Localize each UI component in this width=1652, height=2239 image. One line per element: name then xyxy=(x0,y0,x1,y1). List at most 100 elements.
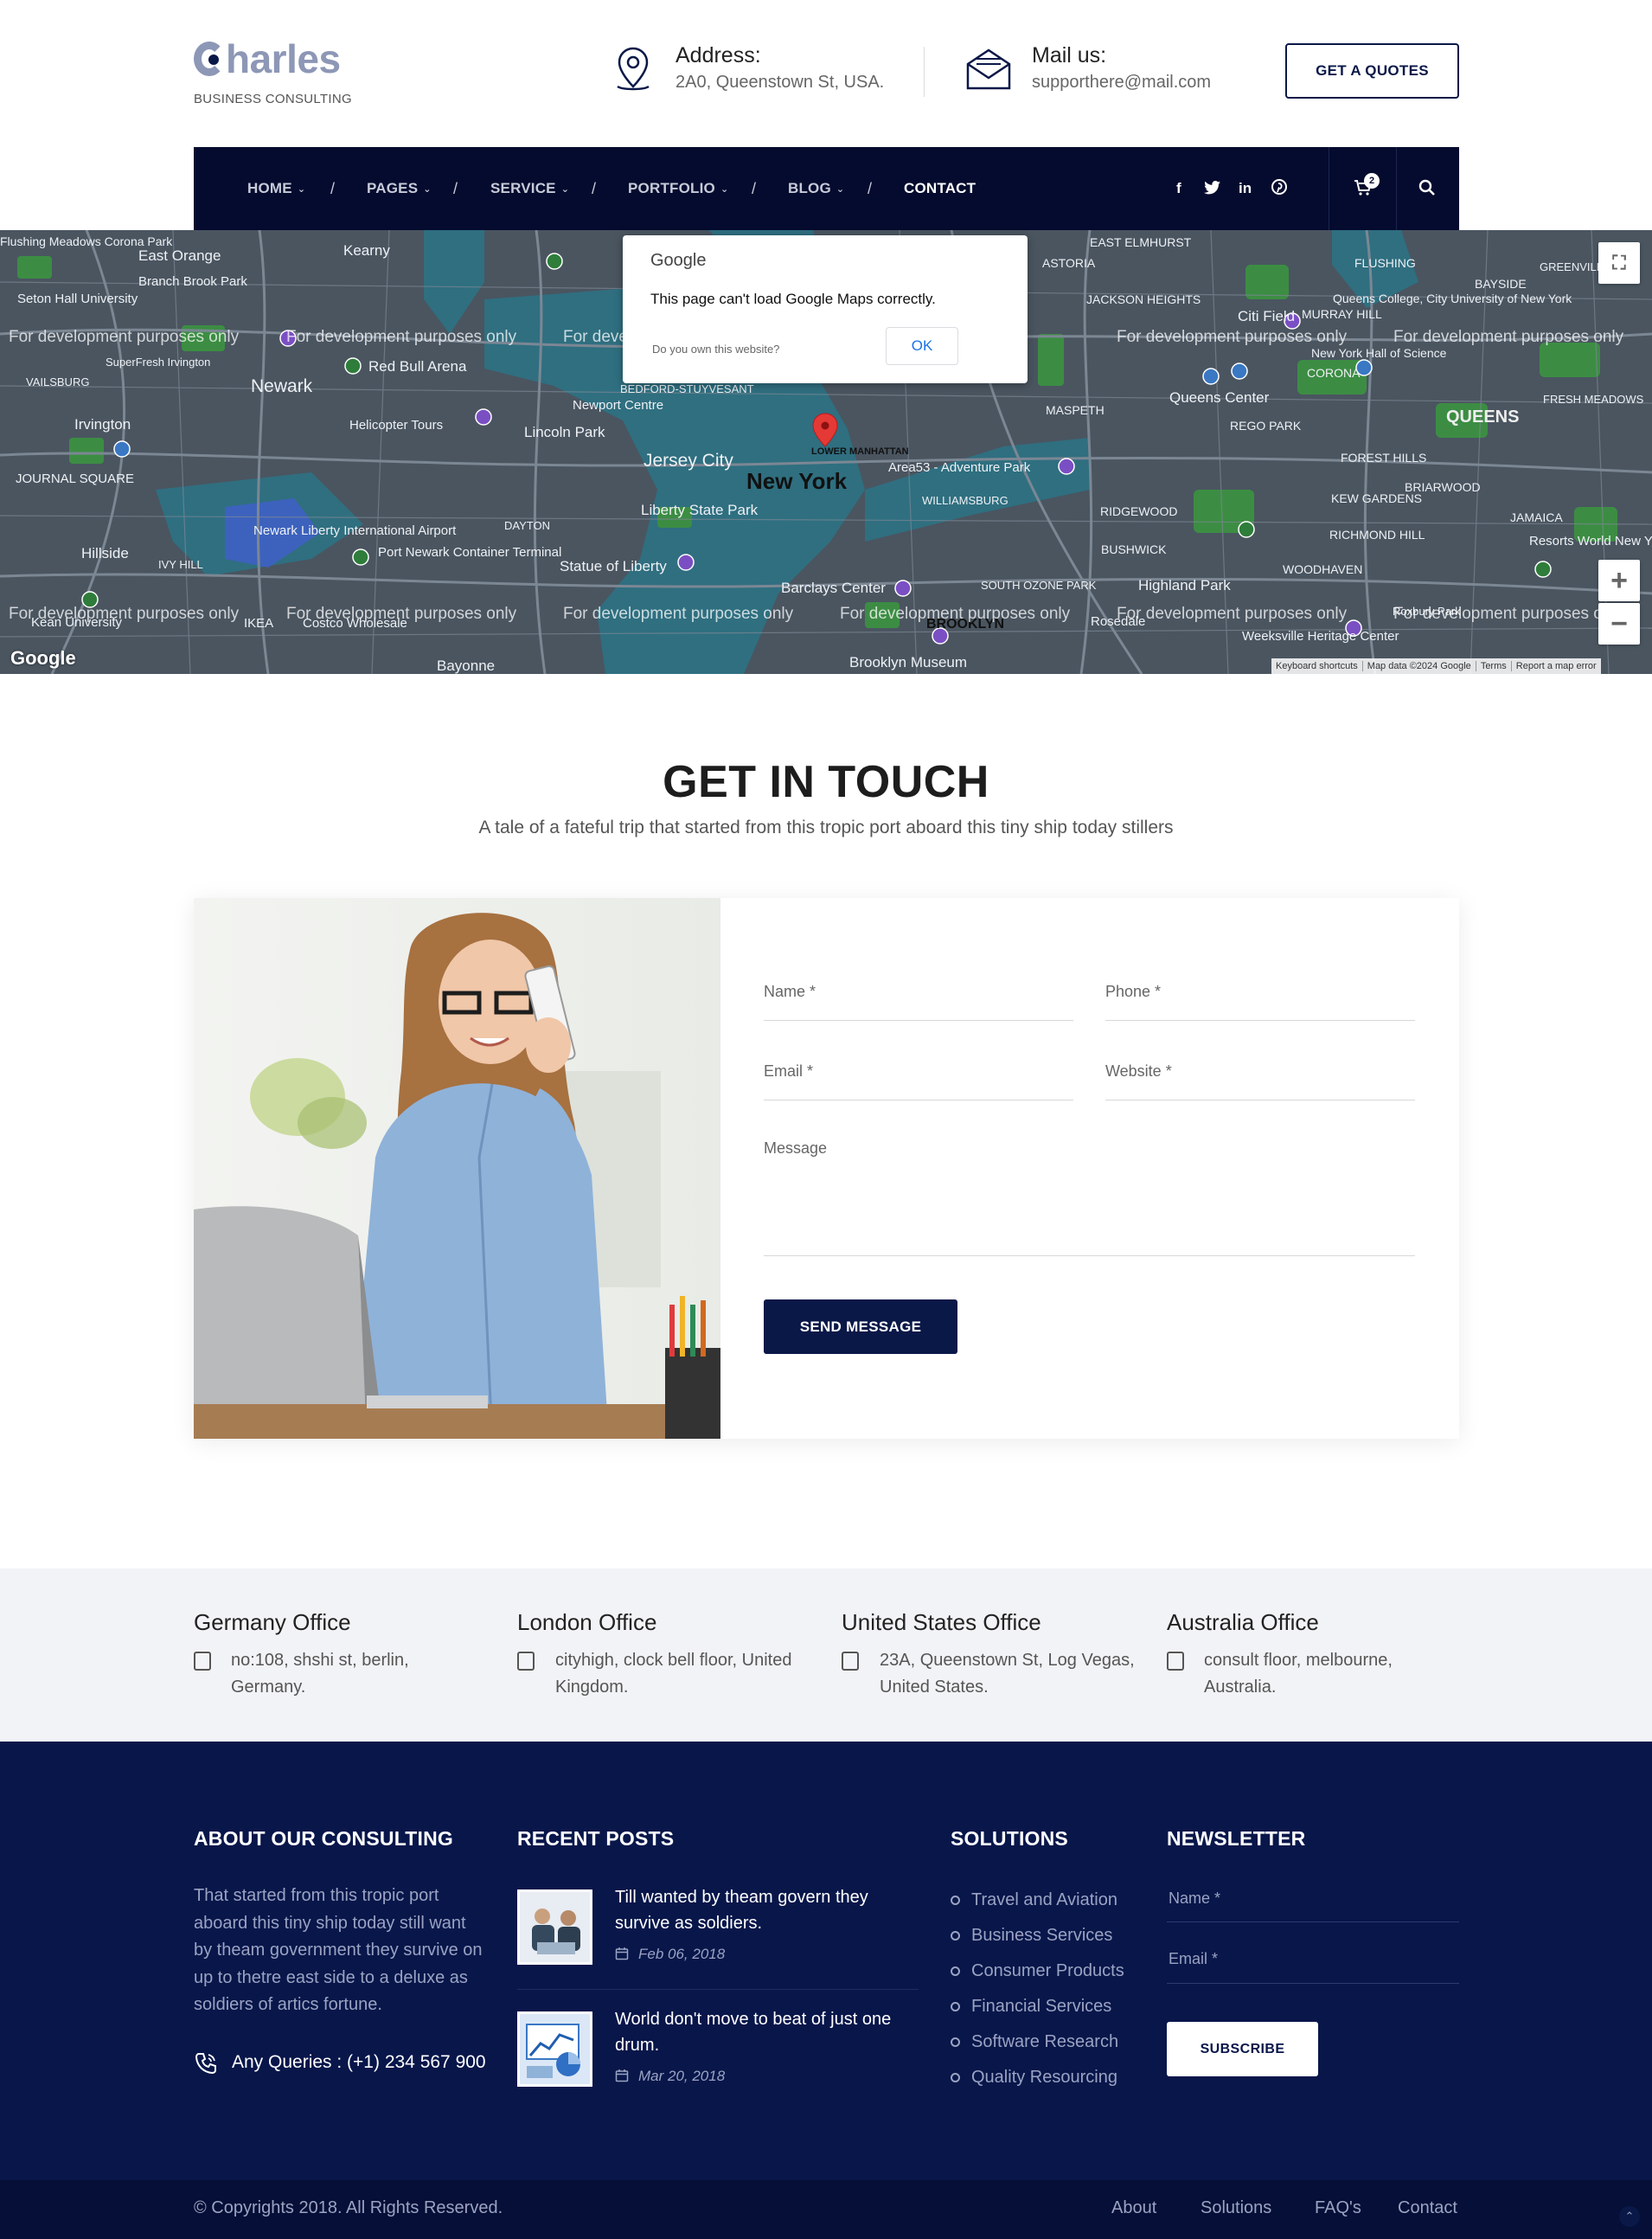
about-line: by theam government they survive on xyxy=(194,1941,483,1960)
map-label-irvington: Irvington xyxy=(74,416,131,433)
solution-link[interactable]: Financial Services xyxy=(971,1997,1111,2017)
map-label-barclays: Barclays Center xyxy=(781,580,886,596)
map-label-bushwick: BUSHWICK xyxy=(1101,542,1167,556)
newsletter-name-field[interactable]: Name * xyxy=(1169,1889,1220,1908)
footer-query-phone[interactable]: Any Queries : (+1) 234 567 900 xyxy=(232,2052,486,2073)
office-title-us: United States Office xyxy=(842,1609,1041,1635)
terms-link[interactable]: Terms xyxy=(1475,661,1511,671)
map-label-weeksville: Weeksville Heritage Center xyxy=(1242,629,1399,644)
map-label-ikea: IKEA xyxy=(244,616,273,631)
solution-link[interactable]: Travel and Aviation xyxy=(971,1890,1117,1910)
bottom-link-contact[interactable]: Contact xyxy=(1398,2198,1457,2218)
map-label-richmond-hill: RICHMOND HILL xyxy=(1329,528,1425,542)
phone-icon xyxy=(195,2053,216,2075)
nav-item-portfolio[interactable]: PORTFOLIO ⌄ xyxy=(628,147,728,230)
linkedin-icon[interactable]: in xyxy=(1239,147,1252,230)
twitter-icon[interactable] xyxy=(1204,180,1221,196)
about-line: aboard this tiny ship today still want xyxy=(194,1913,466,1933)
map-label-rego-park: REGO PARK xyxy=(1230,419,1302,433)
nav-label-blog: BLOG xyxy=(788,180,831,196)
bottom-link-solutions[interactable]: Solutions xyxy=(1201,2198,1271,2218)
map-label-new-york-hall: New York Hall of Science xyxy=(1311,346,1447,360)
search-icon[interactable] xyxy=(1418,179,1436,196)
map-label-new-york: New York xyxy=(746,468,848,494)
name-field[interactable]: Name * xyxy=(764,983,816,1001)
map-label-lower-manhattan: LOWER MANHATTAN xyxy=(811,446,909,457)
office-address-line: 23A, Queenstown St, Log Vegas, xyxy=(880,1651,1135,1670)
pinterest-icon[interactable] xyxy=(1271,179,1287,195)
nav-item-pages[interactable]: PAGES ⌄ xyxy=(367,147,432,230)
solution-link[interactable]: Business Services xyxy=(971,1926,1112,1946)
map-label-seton-hall: Seton Hall University xyxy=(17,292,138,306)
logo-c-icon xyxy=(194,42,225,76)
office-title-london: London Office xyxy=(517,1609,657,1635)
bottom-link-about[interactable]: About xyxy=(1111,2198,1156,2218)
fullscreen-icon[interactable]: ⛶ xyxy=(1598,242,1640,284)
dialog-ok-button[interactable]: OK xyxy=(886,327,958,365)
facebook-icon[interactable]: f xyxy=(1176,147,1181,230)
map-label-liberty-state-park: Liberty State Park xyxy=(641,502,759,518)
map-label-kearny: Kearny xyxy=(343,242,390,259)
zoom-in-button[interactable]: + xyxy=(1598,560,1640,601)
report-map-error-link[interactable]: Report a map error xyxy=(1510,661,1601,671)
map-label-ivy-hill: IVY HILL xyxy=(158,558,203,571)
post-title[interactable]: World don't move to beat of just one dru… xyxy=(615,2006,891,2058)
nav-separator: / xyxy=(752,179,757,197)
send-message-button[interactable]: SEND MESSAGE xyxy=(764,1299,957,1354)
post-title[interactable]: Till wanted by theam govern they survive… xyxy=(615,1884,868,1936)
address-value: 2A0, Queenstown St, USA. xyxy=(676,73,885,92)
map-label-queens-college: Queens College, City University of New Y… xyxy=(1333,292,1572,305)
zoom-out-button[interactable]: − xyxy=(1598,603,1640,645)
keyboard-shortcuts-link[interactable]: Keyboard shortcuts xyxy=(1271,661,1362,671)
map-label-jamaica: JAMAICA xyxy=(1510,510,1563,524)
map-label-port-newark: Port Newark Container Terminal xyxy=(378,545,561,560)
mail-label: Mail us: xyxy=(1032,43,1107,67)
map-label-newark: Newark xyxy=(251,376,313,396)
footer-posts-title: RECENT POSTS xyxy=(517,1827,675,1850)
map-label-astoria: ASTORIA xyxy=(1042,256,1096,270)
map-label-maspeth: MASPETH xyxy=(1046,403,1105,417)
nav-item-blog[interactable]: BLOG ⌄ xyxy=(788,147,844,230)
map-data-text: Map data ©2024 Google xyxy=(1361,661,1476,671)
dialog-own-site-link[interactable]: Do you own this website? xyxy=(652,343,779,356)
office-address-line: Germany. xyxy=(231,1678,306,1697)
map-label-corona: CORONA xyxy=(1307,366,1361,380)
map-label-fresh-meadows: FRESH MEADOWS xyxy=(1543,393,1644,406)
chart-thumbnail-image xyxy=(520,2014,590,2084)
map-label-alley-pond: SOUTH OZONE PARK xyxy=(981,579,1097,592)
map-label-bayonne: Bayonne xyxy=(437,658,495,674)
message-field[interactable]: Message xyxy=(764,1139,827,1158)
nav-item-service[interactable]: SERVICE ⌄ xyxy=(490,147,569,230)
scroll-to-top-button[interactable]: ⌃ xyxy=(1619,2206,1640,2227)
mail-value[interactable]: supporthere@mail.com xyxy=(1032,73,1211,93)
solution-link[interactable]: Quality Resourcing xyxy=(971,2068,1117,2088)
bottom-link-faqs[interactable]: FAQ's xyxy=(1315,2198,1361,2218)
chevron-down-icon: ⌄ xyxy=(720,183,729,195)
map-label-east-orange: East Orange xyxy=(138,247,221,264)
get-quotes-button[interactable]: GET A QUOTES xyxy=(1285,43,1459,99)
subscribe-button[interactable]: SUBSCRIBE xyxy=(1167,2022,1318,2076)
dev-watermark: For development purposes only xyxy=(1393,605,1624,623)
newsletter-email-field[interactable]: Email * xyxy=(1169,1950,1218,1968)
map-label-flushing: FLUSHING xyxy=(1354,256,1416,270)
office-address-australia: consult floor, melbourne, Australia. xyxy=(1204,1647,1393,1701)
post-title-line: drum. xyxy=(615,2036,660,2055)
brand-logo[interactable]: harles xyxy=(194,38,341,79)
email-field[interactable]: Email * xyxy=(764,1062,813,1081)
nav-divider xyxy=(1396,147,1397,230)
phone-field[interactable]: Phone * xyxy=(1105,983,1161,1001)
bullet-circle-icon xyxy=(951,1931,960,1941)
map-label-hillside: Hillside xyxy=(81,545,129,561)
post-thumbnail[interactable] xyxy=(517,2011,592,2087)
post-thumbnail[interactable] xyxy=(517,1889,592,1965)
post-date: Mar 20, 2018 xyxy=(638,2068,726,2084)
nav-item-contact[interactable]: CONTACT xyxy=(904,147,976,230)
website-field[interactable]: Website * xyxy=(1105,1062,1172,1081)
google-logo: Google xyxy=(10,647,76,669)
solution-link[interactable]: Consumer Products xyxy=(971,1961,1124,1981)
map-label-bayside: BAYSIDE xyxy=(1475,277,1527,291)
map-label-vailsburg: VAILSBURG xyxy=(26,375,89,388)
post-date: Feb 06, 2018 xyxy=(638,1946,726,1962)
nav-item-home[interactable]: HOME ⌄ xyxy=(247,147,305,230)
solution-link[interactable]: Software Research xyxy=(971,2032,1118,2052)
